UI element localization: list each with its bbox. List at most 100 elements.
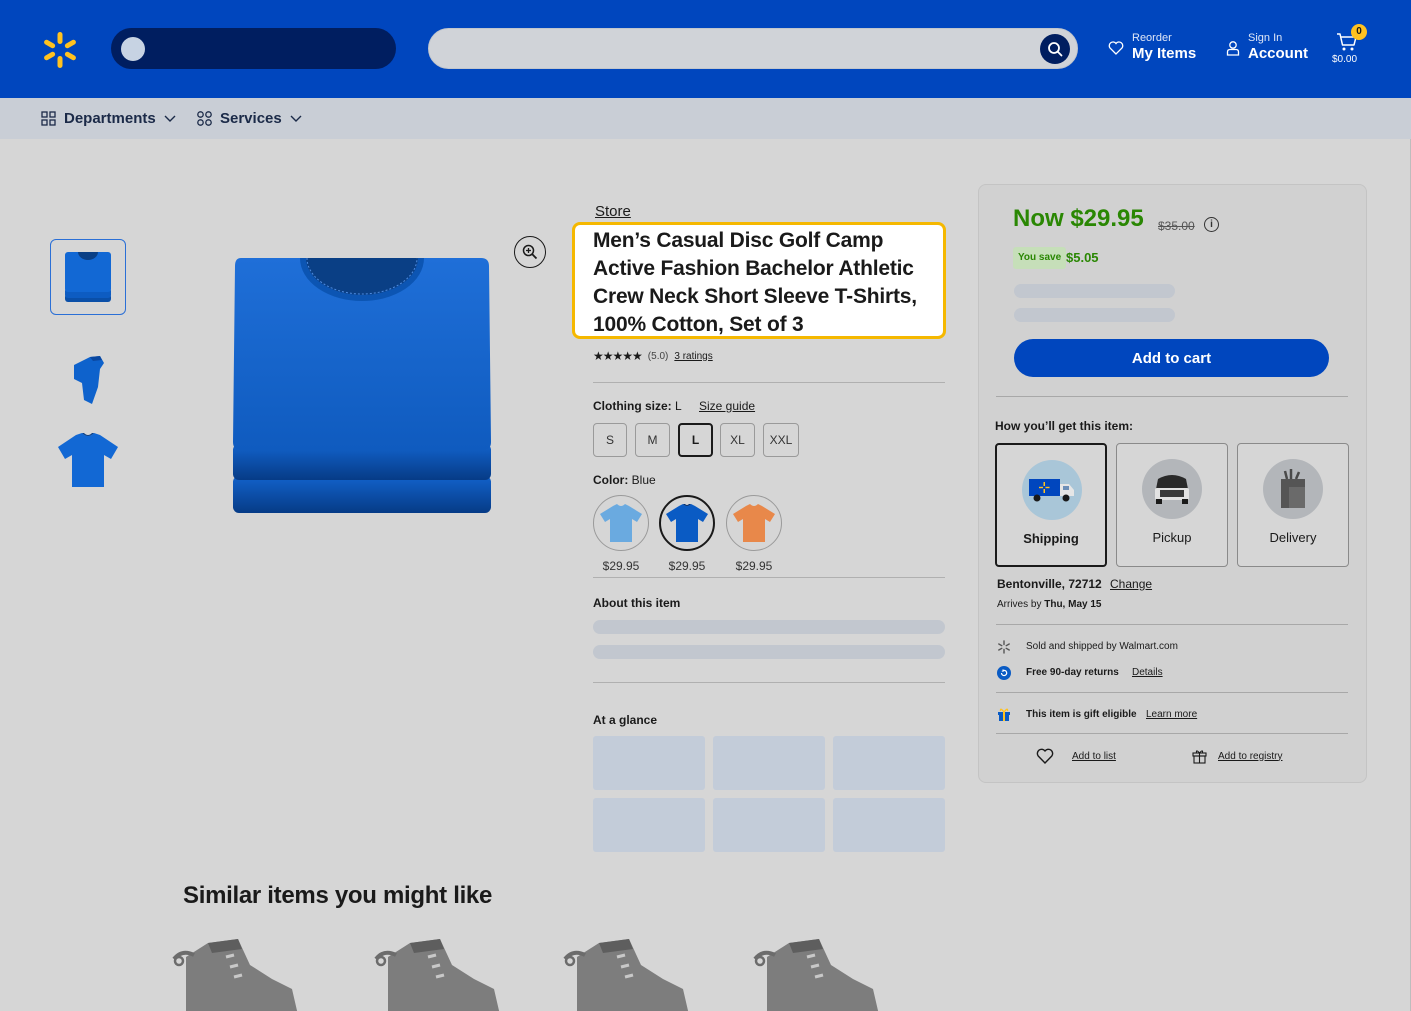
shirt-side-thumbnail-icon xyxy=(74,356,104,404)
store-avatar xyxy=(121,37,145,61)
divider xyxy=(996,624,1348,625)
spark-logo-icon[interactable] xyxy=(40,30,80,70)
shirt-front-thumbnail-icon xyxy=(58,433,118,487)
pickup-option[interactable]: Pickup xyxy=(1116,443,1228,567)
gift-eligible-text: This item is gift eligible xyxy=(1026,709,1137,720)
heart-icon xyxy=(1108,41,1124,55)
size-label-row: Clothing size: L xyxy=(593,399,682,413)
chevron-down-icon xyxy=(290,115,302,122)
about-heading: About this item xyxy=(593,596,681,610)
delivery-location: Bentonville, 72712 xyxy=(997,577,1102,591)
thumbnail-front-view[interactable] xyxy=(50,422,126,498)
original-price: $35.00 xyxy=(1158,219,1195,233)
size-guide-link[interactable]: Size guide xyxy=(699,399,755,413)
boot-product-image[interactable] xyxy=(370,935,505,1011)
similar-items-heading: Similar items you might like xyxy=(183,882,493,909)
change-location-link[interactable]: Change xyxy=(1110,577,1152,591)
you-save-badge: You save xyxy=(1013,247,1067,269)
glance-tile xyxy=(713,736,825,790)
thumbnail-side-view[interactable] xyxy=(50,339,126,415)
color-label: Color: xyxy=(593,473,629,487)
placeholder-line xyxy=(1014,308,1175,322)
search-button[interactable] xyxy=(1040,34,1070,64)
cart-total: $0.00 xyxy=(1332,54,1358,65)
product-title-highlight: Men’s Casual Disc Golf Camp Active Fashi… xyxy=(572,222,946,339)
store-link[interactable]: Store xyxy=(595,203,631,220)
departments-label: Departments xyxy=(64,110,156,127)
registry-gift-icon xyxy=(1192,750,1207,764)
arrives-prefix: Arrives by xyxy=(997,599,1042,610)
divider xyxy=(996,733,1348,734)
product-main-image[interactable] xyxy=(231,254,493,518)
reorder-link[interactable]: Reorder My Items xyxy=(1108,32,1196,64)
placeholder-line xyxy=(593,645,945,659)
add-to-list-button[interactable]: Add to list xyxy=(1036,748,1116,764)
product-title: Men’s Casual Disc Golf Camp Active Fashi… xyxy=(593,229,917,336)
services-grid-icon xyxy=(197,111,212,126)
zoom-in-icon xyxy=(522,244,538,260)
shipping-image xyxy=(1022,460,1082,520)
arrival-info: Arrives by Thu, May 15 xyxy=(997,599,1101,610)
swatch-price: $29.95 xyxy=(602,559,640,573)
color-swatch-blue[interactable] xyxy=(659,495,715,551)
savings-amount: $5.05 xyxy=(1066,250,1099,265)
glance-tile xyxy=(593,736,705,790)
boot-product-image[interactable] xyxy=(559,935,694,1011)
departments-menu[interactable]: Departments xyxy=(41,98,176,139)
returns-icon xyxy=(997,666,1011,680)
sub-navigation: Departments Services xyxy=(0,98,1411,139)
my-items-label: My Items xyxy=(1132,45,1197,62)
size-option-xl[interactable]: XL xyxy=(720,423,755,457)
rating-value: (5.0) xyxy=(647,350,669,362)
search-input[interactable] xyxy=(428,28,1078,69)
site-header: Reorder My Items Sign In Account 0 $0.00 xyxy=(0,0,1411,98)
shipping-option[interactable]: Shipping xyxy=(995,443,1107,567)
divider xyxy=(996,692,1348,693)
color-swatch-orange[interactable] xyxy=(726,495,782,551)
info-icon[interactable]: i xyxy=(1204,217,1219,232)
size-option-s[interactable]: S xyxy=(593,423,627,457)
delivery-image xyxy=(1263,459,1323,519)
account-link[interactable]: Sign In Account xyxy=(1226,32,1308,64)
glance-tile xyxy=(833,736,945,790)
heart-icon xyxy=(1036,748,1054,764)
cart-button[interactable]: 0 $0.00 xyxy=(1330,24,1370,68)
boot-product-image[interactable] xyxy=(168,935,303,1011)
tshirt-icon xyxy=(600,504,642,542)
add-to-cart-button[interactable]: Add to cart xyxy=(1014,339,1329,377)
cart-count-badge: 0 xyxy=(1351,24,1367,40)
delivery-label: Delivery xyxy=(1269,530,1317,545)
current-price: Now $29.95 xyxy=(1013,205,1144,232)
arrival-date: Thu, May 15 xyxy=(1044,599,1102,610)
services-label: Services xyxy=(220,110,282,127)
grid-icon xyxy=(41,111,56,126)
gift-learn-more-link[interactable]: Learn more xyxy=(1146,709,1197,720)
tshirt-icon xyxy=(666,504,708,542)
color-label-row: Color: Blue xyxy=(593,473,656,487)
delivery-option[interactable]: Delivery xyxy=(1237,443,1349,567)
add-to-registry-button[interactable]: Add to registry xyxy=(1192,748,1282,764)
divider xyxy=(996,396,1348,397)
car-trunk-icon xyxy=(1155,475,1189,504)
returns-details-link[interactable]: Details xyxy=(1132,667,1163,678)
signin-caption: Sign In xyxy=(1248,32,1283,44)
boot-product-image[interactable] xyxy=(749,935,884,1011)
store-selector[interactable] xyxy=(111,28,396,69)
gift-icon xyxy=(998,708,1010,721)
divider xyxy=(593,382,945,383)
color-swatch-light-blue[interactable] xyxy=(593,495,649,551)
size-option-l[interactable]: L xyxy=(678,423,713,457)
thumbnail-folded-stack[interactable] xyxy=(50,239,126,315)
pickup-image xyxy=(1142,459,1202,519)
services-menu[interactable]: Services xyxy=(197,98,302,139)
pickup-label: Pickup xyxy=(1152,530,1192,545)
rating-summary: ★★★★★ (5.0) 3 ratings xyxy=(593,349,713,363)
divider xyxy=(593,682,945,683)
size-option-xxl[interactable]: XXL xyxy=(763,423,799,457)
placeholder-line xyxy=(1014,284,1175,298)
swatch-price: $29.95 xyxy=(735,559,773,573)
zoom-button[interactable] xyxy=(514,236,546,268)
add-to-list-label: Add to list xyxy=(1072,750,1116,762)
ratings-link[interactable]: 3 ratings xyxy=(674,351,712,362)
size-option-m[interactable]: M xyxy=(635,423,670,457)
